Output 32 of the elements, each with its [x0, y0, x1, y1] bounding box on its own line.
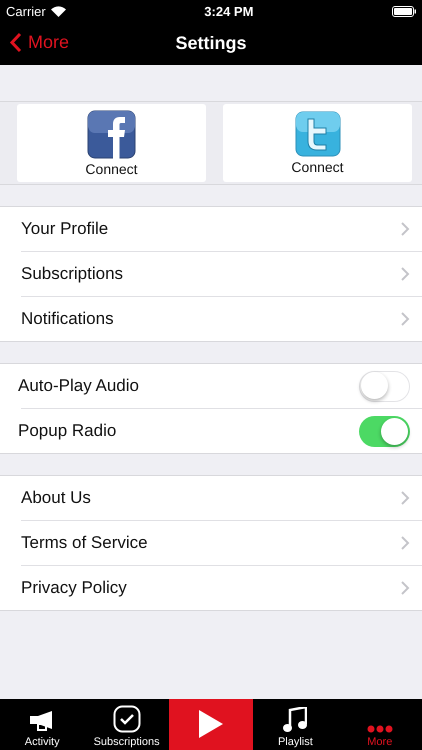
menu-item-label[interactable]: About Us	[21, 488, 91, 508]
menu-item-label[interactable]: Terms of Service	[21, 533, 148, 553]
twitter-logo-icon	[294, 111, 340, 157]
menu-item-label[interactable]: Notifications	[21, 309, 114, 329]
chevron-icon	[401, 536, 410, 550]
menu-item-label[interactable]: Subscriptions	[21, 264, 124, 284]
chevron-icon	[401, 222, 410, 236]
toggle-switch[interactable]	[359, 370, 410, 402]
back-chevron-icon	[10, 32, 22, 53]
status-time: 3:24 PM	[204, 4, 254, 18]
play-icon	[198, 710, 223, 738]
music-note-icon	[283, 707, 308, 733]
chevron-icon	[401, 581, 410, 595]
chevron-icon	[401, 491, 410, 505]
menu-item-label[interactable]: Privacy Policy	[21, 578, 127, 598]
carrier-label: Carrier	[6, 4, 46, 18]
wifi-icon	[50, 6, 66, 16]
connect-button[interactable]: Connect	[223, 104, 412, 182]
play-tab[interactable]	[168, 699, 254, 750]
setting-label: Popup Radio	[18, 421, 116, 441]
chevron-icon	[401, 267, 410, 281]
more-icon	[366, 725, 393, 733]
screen-title: Settings	[175, 33, 246, 54]
menu-item-label[interactable]: Your Profile	[21, 219, 108, 239]
connect-button[interactable]: Connect	[17, 104, 206, 182]
chevron-icon	[401, 312, 410, 326]
setting-label: Auto-Play Audio	[18, 376, 139, 396]
back-button[interactable]: More	[10, 32, 70, 53]
battery-icon	[392, 6, 416, 16]
facebook-logo-icon	[87, 110, 136, 158]
checkmark-icon	[112, 705, 141, 733]
toggle-switch[interactable]	[359, 416, 410, 446]
